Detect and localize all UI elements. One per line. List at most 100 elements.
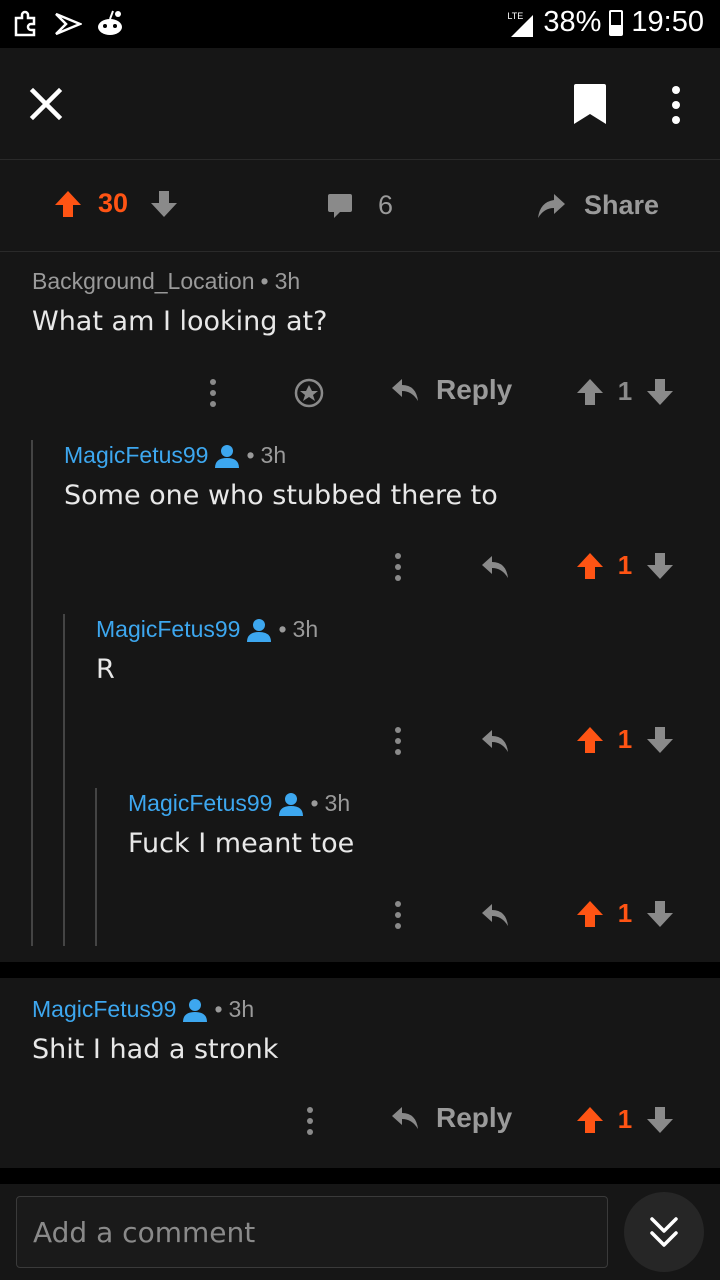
comment-vote: 1 bbox=[576, 550, 674, 581]
reply-icon[interactable] bbox=[480, 554, 510, 580]
next-comment-button[interactable] bbox=[624, 1192, 704, 1272]
op-user-icon bbox=[215, 444, 240, 468]
more-vertical-icon[interactable] bbox=[392, 725, 404, 757]
upvote-icon[interactable] bbox=[54, 189, 82, 219]
post-vote: 30 bbox=[54, 188, 178, 219]
share-button[interactable]: Share bbox=[536, 190, 659, 221]
comment-header: MagicFetus99 • 3h bbox=[128, 790, 350, 817]
comment-body: R bbox=[96, 654, 115, 685]
upvote-icon[interactable] bbox=[576, 377, 604, 407]
comment-separator bbox=[0, 1168, 720, 1184]
more-vertical-icon[interactable] bbox=[304, 1105, 316, 1137]
award-icon[interactable] bbox=[294, 378, 324, 408]
reply-icon[interactable] bbox=[480, 728, 510, 754]
more-vertical-icon[interactable] bbox=[207, 377, 219, 409]
comment-header: MagicFetus99 • 3h bbox=[32, 996, 254, 1023]
upvote-icon[interactable] bbox=[576, 899, 604, 929]
downvote-icon[interactable] bbox=[646, 1105, 674, 1135]
comment-actions: Reply 1 bbox=[0, 1096, 720, 1146]
reply-label: Reply bbox=[436, 1102, 513, 1133]
reply-icon bbox=[392, 1107, 418, 1129]
comments-button[interactable]: 6 bbox=[326, 190, 393, 221]
reddit-icon bbox=[98, 10, 122, 35]
separator-dot: • bbox=[278, 616, 287, 642]
network-label: LTE bbox=[507, 10, 524, 21]
comment: MagicFetus99 • 3h Some one who stubbed t… bbox=[0, 440, 720, 614]
separator-dot: • bbox=[246, 442, 255, 468]
comment-icon bbox=[328, 193, 352, 218]
comment-author[interactable]: MagicFetus99 bbox=[96, 616, 240, 643]
separator-dot: • bbox=[260, 268, 269, 294]
op-user-icon bbox=[279, 792, 304, 816]
more-vertical-icon[interactable] bbox=[392, 551, 404, 583]
separator-dot: • bbox=[214, 996, 223, 1022]
comment-body: Fuck I meant toe bbox=[128, 828, 355, 859]
reply-icon bbox=[392, 379, 418, 401]
comment-vote: 1 bbox=[576, 898, 674, 929]
comment-actions: 1 bbox=[0, 716, 720, 766]
upvote-icon[interactable] bbox=[576, 725, 604, 755]
double-chevron-down-icon bbox=[650, 1217, 678, 1247]
downvote-icon[interactable] bbox=[646, 899, 674, 929]
downvote-icon[interactable] bbox=[646, 551, 674, 581]
comment-header: MagicFetus99 • 3h bbox=[64, 442, 286, 469]
comment-time: 3h bbox=[324, 790, 351, 816]
comment-separator bbox=[0, 962, 720, 978]
comment-actions: Reply 1 bbox=[0, 368, 720, 418]
comment-body: Some one who stubbed there to bbox=[64, 480, 498, 511]
comment: MagicFetus99 • 3h Fuck I meant toe 1 bbox=[0, 788, 720, 962]
comment-author[interactable]: MagicFetus99 bbox=[128, 790, 272, 817]
battery-fill bbox=[611, 25, 622, 34]
comment-body: Shit I had a stronk bbox=[32, 1034, 279, 1065]
comment-vote: 1 bbox=[576, 1104, 674, 1135]
toolbar bbox=[0, 48, 720, 160]
comment-score: 1 bbox=[617, 898, 633, 928]
reply-button[interactable]: Reply bbox=[390, 1102, 512, 1134]
downvote-icon[interactable] bbox=[646, 377, 674, 407]
comment-actions: 1 bbox=[0, 890, 720, 940]
comment-count: 6 bbox=[378, 190, 394, 220]
more-vertical-icon[interactable] bbox=[660, 84, 692, 126]
post-actions: 30 6 Share bbox=[0, 160, 720, 252]
downvote-icon[interactable] bbox=[646, 725, 674, 755]
comment-score: 1 bbox=[617, 550, 633, 580]
comment-author[interactable]: Background_Location bbox=[32, 268, 255, 295]
comment-author[interactable]: MagicFetus99 bbox=[32, 996, 176, 1023]
signal-icon: LTE bbox=[507, 7, 535, 39]
op-user-icon bbox=[247, 618, 272, 642]
upvote-icon[interactable] bbox=[576, 1105, 604, 1135]
more-vertical-icon[interactable] bbox=[392, 899, 404, 931]
status-bar: LTE 38% 19:50 bbox=[0, 0, 720, 48]
comment-time: 3h bbox=[260, 442, 287, 468]
reply-button[interactable]: Reply bbox=[390, 374, 512, 406]
clock: 19:50 bbox=[631, 6, 704, 38]
comment-vote: 1 bbox=[576, 376, 674, 407]
comment-body: What am I looking at? bbox=[32, 306, 328, 337]
comment: MagicFetus99 • 3h R 1 bbox=[0, 614, 720, 788]
reply-icon[interactable] bbox=[480, 902, 510, 928]
comment-author[interactable]: MagicFetus99 bbox=[64, 442, 208, 469]
bookmark-icon[interactable] bbox=[570, 82, 610, 126]
separator-dot: • bbox=[310, 790, 319, 816]
battery-percent: 38% bbox=[543, 6, 602, 38]
downvote-icon[interactable] bbox=[150, 189, 178, 219]
post-score: 30 bbox=[98, 188, 129, 218]
add-comment-input[interactable] bbox=[16, 1196, 608, 1268]
upvote-icon[interactable] bbox=[576, 551, 604, 581]
puzzle-icon bbox=[14, 10, 36, 37]
comment-time: 3h bbox=[228, 996, 255, 1022]
close-icon[interactable] bbox=[26, 84, 66, 124]
comment-score: 1 bbox=[617, 376, 633, 406]
notification-icons bbox=[12, 8, 124, 38]
comment-header: MagicFetus99 • 3h bbox=[96, 616, 318, 643]
sprint-icon bbox=[55, 12, 82, 36]
comment-composer bbox=[0, 1184, 720, 1280]
comment-time: 3h bbox=[274, 268, 301, 294]
comment-header: Background_Location • 3h bbox=[32, 268, 300, 295]
comment-vote: 1 bbox=[576, 724, 674, 755]
comment-score: 1 bbox=[617, 1104, 633, 1134]
comment-time: 3h bbox=[292, 616, 319, 642]
share-label: Share bbox=[584, 190, 660, 220]
comment-actions: 1 bbox=[0, 542, 720, 592]
comment: Background_Location • 3h What am I looki… bbox=[0, 252, 720, 448]
